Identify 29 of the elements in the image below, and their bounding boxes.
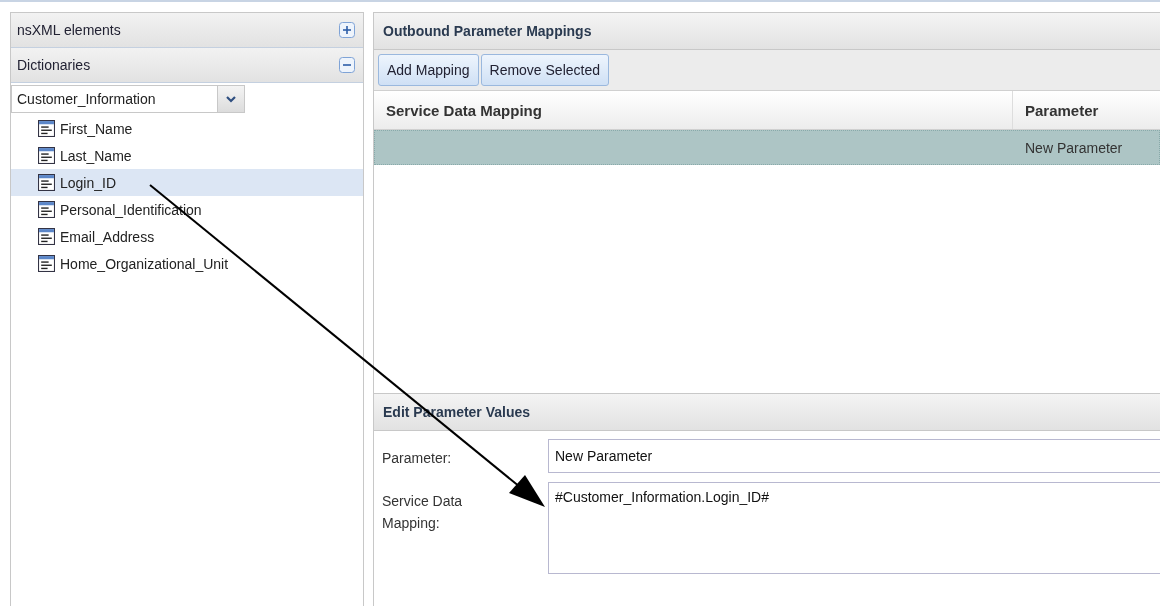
table-cell-text: New Parameter (1024, 138, 1124, 158)
section-title: Dictionaries (17, 57, 91, 73)
column-header[interactable]: Service Data Mapping (374, 91, 1012, 129)
section-header[interactable]: nsXML elements (11, 13, 363, 48)
section-title: nsXML elements (17, 22, 121, 38)
field-label: Service Data Mapping: (382, 492, 464, 533)
field-icon (37, 174, 56, 191)
field-icon (37, 201, 56, 218)
tree-item[interactable]: Home_Organizational_Unit (11, 250, 363, 277)
table-row[interactable]: New Parameter (374, 130, 1160, 165)
field-icon (37, 147, 56, 164)
dictionary-dropdown[interactable]: Customer_Information (11, 85, 245, 113)
expand-icon[interactable] (339, 22, 355, 38)
panel-header: Outbound Parameter Mappings (374, 12, 1160, 50)
tree-item[interactable]: Login_ID (11, 169, 363, 196)
tree-item[interactable]: Last_Name (11, 142, 363, 169)
tree-item[interactable]: Email_Address (11, 223, 363, 250)
field-icon (37, 120, 56, 137)
collapse-icon[interactable] (339, 57, 355, 73)
tree-item[interactable]: First_Name (11, 115, 363, 142)
column-header[interactable]: Parameter (1012, 91, 1160, 129)
field-label: Parameter: (382, 449, 453, 468)
field-icon (37, 228, 56, 245)
toolbar-button[interactable]: Remove Selected (480, 54, 610, 86)
field-icon (37, 255, 56, 272)
mapping-field[interactable]: #Customer_Information.Login_ID# (548, 482, 1160, 574)
parameter-field[interactable]: New Parameter (548, 439, 1160, 473)
section-header[interactable]: Dictionaries (11, 48, 363, 83)
toolbar-button[interactable]: Add Mapping (378, 54, 479, 86)
